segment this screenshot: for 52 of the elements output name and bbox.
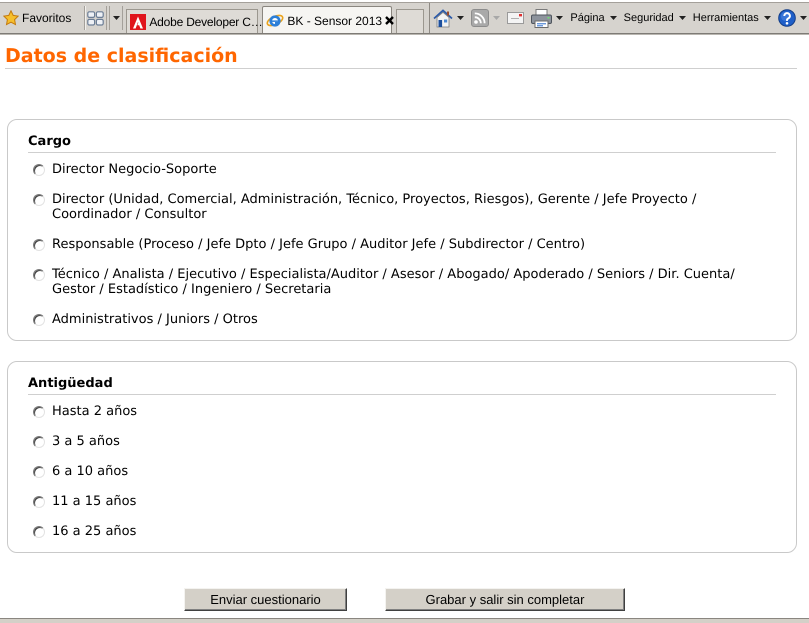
- option-label[interactable]: Hasta 2 años: [52, 404, 776, 418]
- help-button[interactable]: [776, 6, 808, 30]
- radio-button[interactable]: [33, 436, 45, 448]
- option-label[interactable]: Director (Unidad, Comercial, Administración, Técnico, Proyectos, Riesgos), Gerente / Jefe Proyecto / Coordinador / Consultor: [52, 192, 776, 222]
- star-icon: [3, 10, 19, 26]
- envelope-icon: [507, 12, 524, 24]
- option-label[interactable]: 3 a 5 años: [52, 434, 776, 448]
- option-label[interactable]: 16 a 25 años: [52, 524, 776, 538]
- menu-button[interactable]: Seguridad: [622, 6, 687, 30]
- radio-button[interactable]: [33, 314, 45, 326]
- caret-icon: [678, 16, 686, 20]
- caret-icon: [764, 16, 771, 20]
- caret-icon: [800, 16, 807, 20]
- option-label[interactable]: Técnico / Analista / Ejecutivo / Especialista/Auditor / Asesor / Abogado/ Apoderado / Seniors / Dir. Cuenta/ Gestor / Estadístico / Ingeniero / Secretaria: [52, 266, 776, 296]
- radio-button[interactable]: [33, 164, 45, 176]
- section-heading: Antigüedad: [28, 376, 776, 395]
- tab-list-button[interactable]: [109, 6, 124, 30]
- submit-button[interactable]: Enviar cuestionario: [184, 588, 347, 611]
- save-exit-button[interactable]: Grabar y salir sin completar: [385, 588, 625, 611]
- radio-button[interactable]: [33, 238, 45, 250]
- caret-icon: [610, 16, 617, 20]
- caret-icon: [457, 16, 464, 20]
- caret-icon: [493, 16, 500, 20]
- menu-button[interactable]: Página: [569, 6, 618, 30]
- help-icon: [778, 9, 796, 27]
- site-logo-icon: [130, 14, 146, 30]
- quick-tabs-button[interactable]: [84, 6, 108, 30]
- radio-button[interactable]: [33, 526, 45, 538]
- house-icon: [433, 8, 454, 28]
- favorites-button[interactable]: Favoritos: [2, 7, 74, 29]
- radio-button[interactable]: [33, 406, 45, 418]
- menu-button[interactable]: Herramientas: [692, 6, 772, 30]
- radio-button[interactable]: [33, 194, 45, 206]
- option-label[interactable]: 6 a 10 años: [52, 464, 776, 478]
- browser-logo-icon: [266, 12, 284, 29]
- grid-icon: [87, 10, 104, 26]
- browser-tab[interactable]: BK - Sensor 2013: [262, 6, 392, 33]
- close-icon[interactable]: [385, 16, 394, 25]
- section-heading: Cargo: [28, 134, 776, 153]
- page-title: Datos de clasificación: [5, 45, 797, 69]
- radio-button[interactable]: [33, 466, 45, 478]
- feed-icon: [471, 9, 490, 27]
- option-label[interactable]: Administrativos / Juniors / Otros: [52, 312, 776, 326]
- option-label[interactable]: Responsable (Proceso / Jefe Dpto / Jefe Grupo / Auditor Jefe / Subdirector / Centro): [52, 236, 776, 252]
- print-button[interactable]: [530, 6, 564, 30]
- radio-button[interactable]: [33, 268, 45, 280]
- caret-icon: [112, 16, 120, 20]
- radio-button[interactable]: [33, 496, 45, 508]
- option-label[interactable]: 11 a 15 años: [52, 494, 776, 508]
- printer-icon: [531, 8, 552, 28]
- caret-icon: [556, 16, 564, 20]
- option-label[interactable]: Director Negocio-Soporte: [52, 162, 776, 176]
